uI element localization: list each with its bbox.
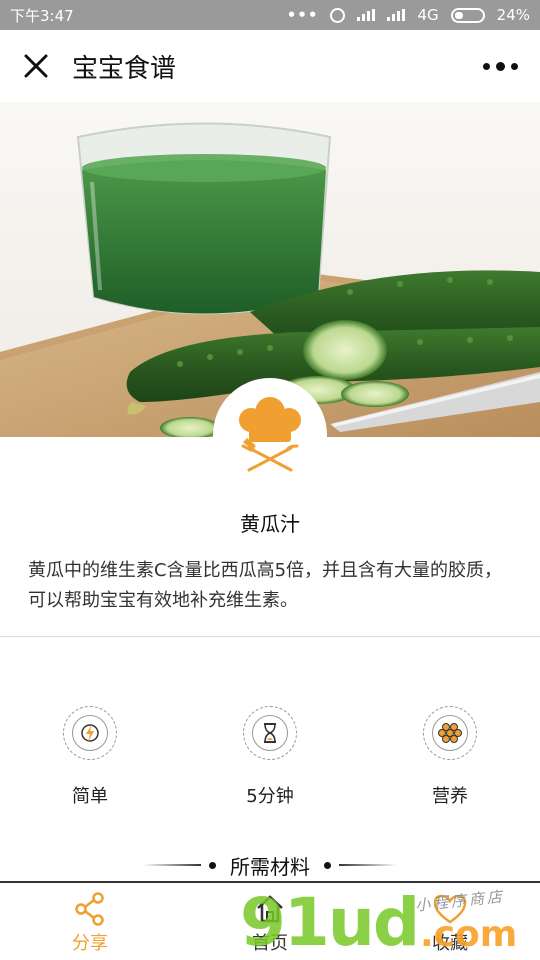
tab-share[interactable]: 分享 [0, 883, 180, 960]
materials-title: 所需材料 [230, 854, 310, 879]
home-icon [257, 895, 283, 923]
page-title: 宝宝食谱 [72, 53, 177, 84]
divider [0, 636, 540, 637]
close-button[interactable] [0, 30, 72, 102]
hourglass-icon [264, 723, 276, 743]
tab-label: 分享 [72, 933, 108, 954]
alarm-icon [330, 7, 346, 23]
notification-dots-icon: ••• [286, 6, 319, 24]
tab-label: 首页 [252, 933, 288, 954]
tab-favorite[interactable]: 收藏 [360, 883, 540, 960]
feature-difficulty: 简单 [30, 700, 150, 808]
chef-hat-icon [239, 397, 301, 472]
battery-icon [450, 7, 485, 23]
lightning-icon [81, 724, 99, 742]
feature-label: 营养 [432, 786, 468, 807]
battery-level: 24% [496, 6, 530, 24]
close-icon [24, 54, 48, 78]
chef-avatar [213, 378, 327, 492]
recipe-name: 黄瓜汁 [240, 512, 300, 536]
nutrition-icon [438, 723, 462, 743]
feature-label: 简单 [72, 786, 108, 807]
navbar: 宝宝食谱 [0, 30, 540, 102]
recipe-description: 黄瓜中的维生素C含量比西瓜高5倍，并且含有大量的胶质，可以帮助宝宝有效地补充维生… [28, 560, 503, 611]
feature-nutrition: 营养 [390, 700, 510, 808]
tab-home[interactable]: 首页 [180, 883, 360, 960]
materials-section-header: 所需材料 [0, 848, 540, 882]
more-menu-button[interactable] [460, 30, 540, 102]
status-time: 下午3:47 [10, 6, 74, 25]
status-bar: 下午3:47 ••• 4G 24% [0, 0, 540, 30]
signal-icon [357, 9, 376, 21]
network-type: 4G [417, 6, 439, 24]
bottom-tab-bar: 分享 首页 收藏 [0, 881, 540, 960]
feature-time: 5分钟 [210, 700, 330, 808]
recipe-features: 简单 5分钟 营养 [0, 700, 540, 810]
heart-icon [433, 894, 467, 924]
share-icon [75, 892, 104, 926]
more-dots-icon [482, 62, 490, 70]
tab-label: 收藏 [432, 933, 468, 954]
feature-label: 5分钟 [246, 786, 294, 807]
signal-icon-2 [387, 9, 406, 21]
